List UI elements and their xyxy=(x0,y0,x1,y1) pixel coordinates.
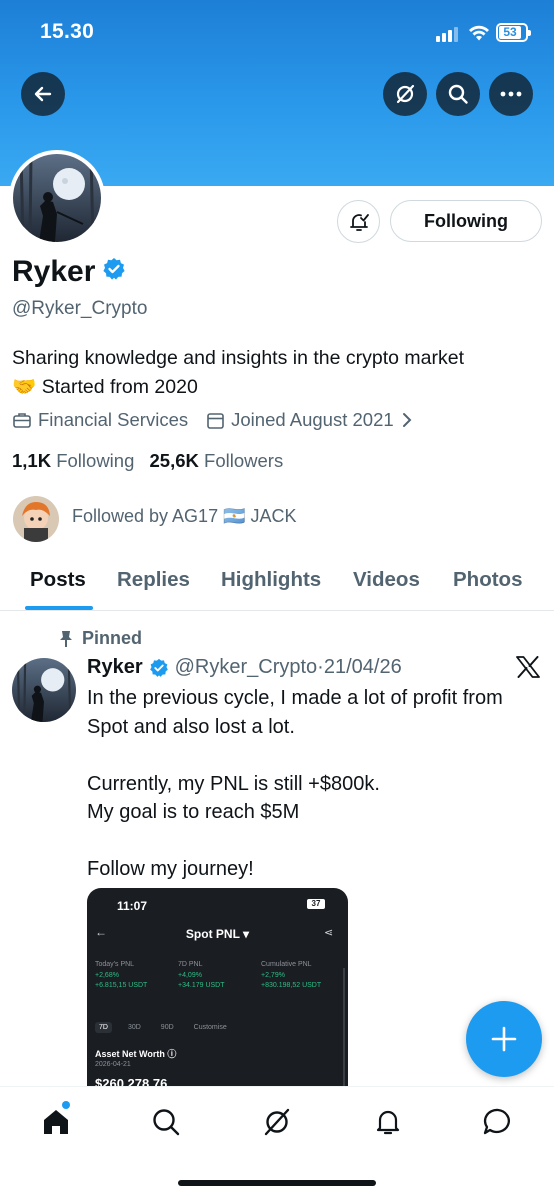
followed-by-text[interactable]: Followed by AG17 🇦🇷 JACK xyxy=(72,506,297,527)
media-battery: 37 xyxy=(307,899,325,909)
wifi-icon xyxy=(468,24,490,47)
post-text-line: Currently, my PNL is still +$800k. xyxy=(87,772,380,795)
post-text-line: In the previous cycle, I made a lot of p… xyxy=(87,687,503,709)
battery-level: 53 xyxy=(499,26,521,39)
notifications-icon xyxy=(376,1110,400,1135)
verified-badge-icon xyxy=(149,658,169,678)
tab-highlights[interactable]: Highlights xyxy=(221,568,321,592)
status-bar: 15.30 53 xyxy=(0,0,554,64)
status-time: 15.30 xyxy=(40,20,95,43)
profile-name: Ryker xyxy=(12,255,96,288)
following-button[interactable]: Following xyxy=(390,200,542,242)
nav-grok[interactable] xyxy=(260,1105,294,1139)
messages-icon xyxy=(483,1108,510,1135)
search-icon xyxy=(448,84,468,104)
post-header: Ryker @Ryker_Crypto·21/04/26 xyxy=(87,656,402,679)
post-author-name[interactable]: Ryker xyxy=(87,656,143,679)
home-notification-dot xyxy=(62,1101,70,1109)
nav-search[interactable] xyxy=(149,1105,183,1139)
media-range-tabs: 7D 30D 90D Customise xyxy=(95,1022,243,1033)
chevron-right-icon[interactable] xyxy=(402,412,412,428)
arrow-left-icon xyxy=(34,86,52,102)
profile-name-row: Ryker xyxy=(12,255,126,289)
post-text-line: Spot and also lost a lot. xyxy=(87,715,295,738)
post-text-blank xyxy=(87,741,547,770)
media-time: 11:07 xyxy=(117,899,148,913)
media-pnl-column: Today's PNL +2,68% +6.815,15 USDT xyxy=(95,961,148,989)
bell-check-icon xyxy=(349,213,369,231)
profile-meta: Financial Services Joined August 2021 xyxy=(12,409,418,431)
grok-button[interactable] xyxy=(383,72,427,116)
active-tab-indicator xyxy=(25,606,93,610)
profile-joined: Joined August 2021 xyxy=(231,409,394,430)
media-pnl-column: 7D PNL +4,09% +34.179 USDT xyxy=(178,961,225,989)
nav-messages[interactable] xyxy=(481,1105,515,1139)
profile-tabs: Posts Replies Highlights Videos Photos xyxy=(0,556,554,611)
media-share-icon: ⋖ xyxy=(324,927,334,939)
profile-handle: @Ryker_Crypto xyxy=(12,298,148,319)
tab-videos[interactable]: Videos xyxy=(353,568,420,592)
signal-icon xyxy=(436,26,462,42)
profile-category: Financial Services xyxy=(38,409,189,430)
bio-line: Sharing knowledge and insights in the cr… xyxy=(12,347,465,369)
pin-icon xyxy=(58,630,74,648)
battery-icon: 53 xyxy=(496,23,531,42)
post-media-image[interactable]: 11:07 37 ← Spot PNL ▾ ⋖ Today's PNL +2,6… xyxy=(87,888,348,1108)
post-text-line: My goal is to reach $5M xyxy=(87,801,300,823)
search-icon xyxy=(153,1109,180,1136)
followers-stat[interactable]: 25,6K Followers xyxy=(150,450,284,471)
profile-bio: Sharing knowledge and insights in the cr… xyxy=(12,344,464,402)
notification-bell-button[interactable] xyxy=(337,200,380,243)
profile-stats: 1,1K Following 25,6K Followers xyxy=(12,450,283,472)
post-text-line: Follow my journey! xyxy=(87,858,254,880)
post-text[interactable]: In the previous cycle, I made a lot of p… xyxy=(87,684,547,884)
tab-posts[interactable]: Posts xyxy=(30,568,86,592)
verified-badge-icon[interactable] xyxy=(102,255,126,289)
following-stat[interactable]: 1,1K Following xyxy=(12,450,134,471)
media-asset-label: Asset Net Worth ⓘ xyxy=(95,1049,177,1059)
home-indicator xyxy=(178,1180,376,1186)
post-date[interactable]: 21/04/26 xyxy=(324,656,402,678)
post-separator: · xyxy=(317,656,324,678)
bottom-navigation xyxy=(0,1086,554,1199)
briefcase-icon xyxy=(12,410,32,430)
grok-icon xyxy=(396,84,415,104)
media-title: Spot PNL ▾ xyxy=(185,927,250,941)
grok-icon xyxy=(264,1108,290,1136)
search-button[interactable] xyxy=(436,72,480,116)
post-author-avatar[interactable] xyxy=(12,658,76,722)
nav-home[interactable] xyxy=(39,1105,73,1139)
tab-photos[interactable]: Photos xyxy=(453,568,522,592)
bio-line: 🤝 Started from 2020 xyxy=(12,376,198,398)
compose-post-button[interactable] xyxy=(466,1001,542,1077)
calendar-icon xyxy=(206,411,225,430)
post-text-blank xyxy=(87,827,547,856)
more-icon xyxy=(500,91,522,97)
x-logo-icon xyxy=(516,656,540,683)
profile-avatar[interactable] xyxy=(9,150,105,246)
media-asset-date: 2026-04-21 xyxy=(95,1061,131,1068)
more-button[interactable] xyxy=(489,72,533,116)
pinned-label-row: Pinned xyxy=(58,628,142,649)
post-author-handle[interactable]: @Ryker_Crypto xyxy=(175,656,318,678)
pinned-label: Pinned xyxy=(82,628,143,648)
tab-replies[interactable]: Replies xyxy=(117,568,190,592)
plus-icon xyxy=(491,1026,517,1052)
home-icon xyxy=(44,1110,68,1134)
back-button[interactable] xyxy=(21,72,65,116)
media-pnl-column: Cumulative PNL +2,79% +830.198,52 USDT xyxy=(261,961,322,989)
followed-by-avatar[interactable] xyxy=(13,496,59,542)
nav-notifications[interactable] xyxy=(371,1105,405,1139)
